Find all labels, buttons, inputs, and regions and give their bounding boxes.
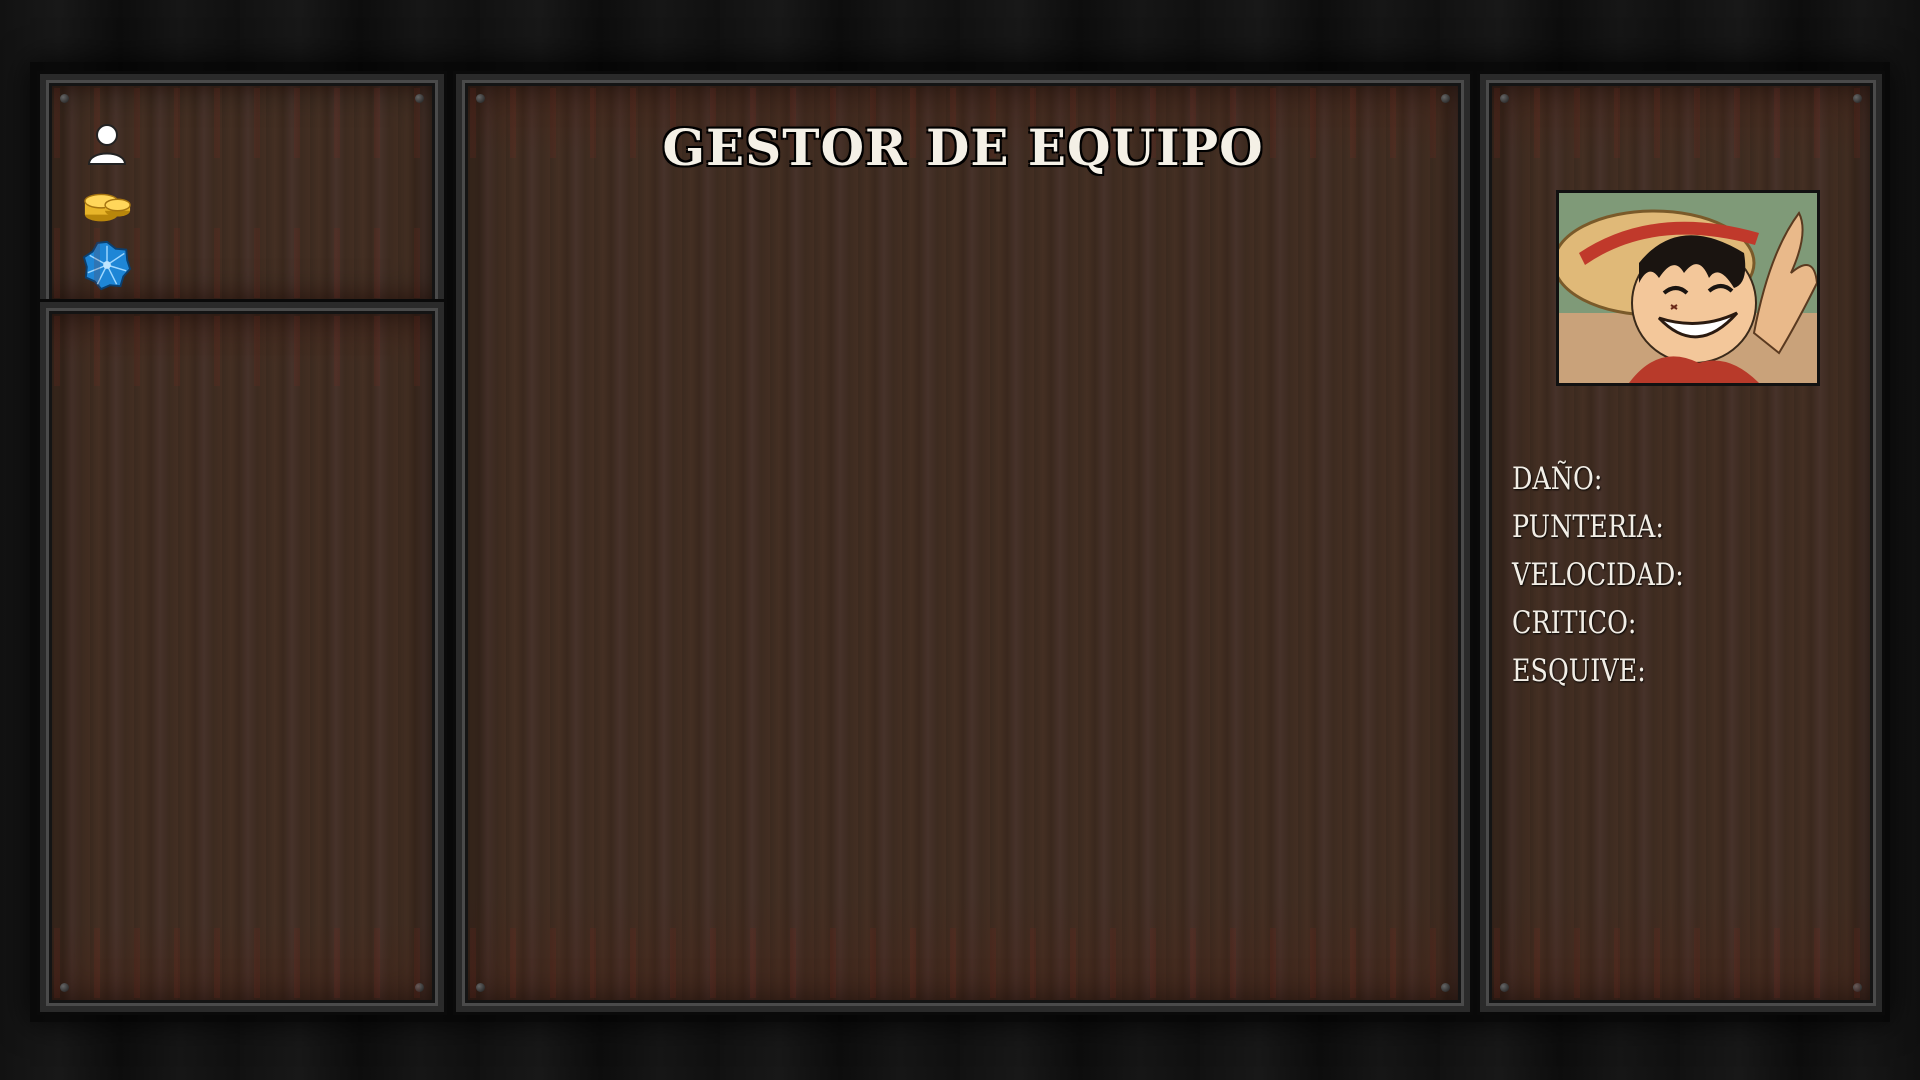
blue-gem-icon[interactable] bbox=[82, 240, 132, 291]
rivet bbox=[476, 983, 485, 992]
resources-panel bbox=[37, 71, 447, 315]
team-list-panel bbox=[37, 299, 447, 1015]
character-stats: DAÑO: PUNTERIA: VELOCIDAD: CRITICO: ESQU… bbox=[1512, 458, 1722, 692]
rivet bbox=[1853, 983, 1862, 992]
rivet bbox=[1441, 983, 1450, 992]
rivet bbox=[60, 94, 69, 103]
team-manager-panel: GESTOR DE EQUIPO bbox=[453, 71, 1473, 1015]
character-portrait[interactable] bbox=[1556, 190, 1820, 386]
stat-critical-label: CRITICO: bbox=[1512, 605, 1637, 641]
stat-dodge-label: ESQUIVE: bbox=[1512, 653, 1646, 689]
rivet bbox=[60, 983, 69, 992]
character-details-panel: DAÑO: PUNTERIA: VELOCIDAD: CRITICO: ESQU… bbox=[1477, 71, 1885, 1015]
rivet bbox=[1500, 983, 1509, 992]
stat-speed-label: VELOCIDAD: bbox=[1512, 557, 1684, 593]
rivet bbox=[1441, 94, 1450, 103]
page-title: GESTOR DE EQUIPO bbox=[662, 118, 1264, 177]
stat-aim-label: PUNTERIA: bbox=[1512, 509, 1664, 545]
rivet bbox=[1853, 94, 1862, 103]
rivet bbox=[476, 94, 485, 103]
rivet bbox=[1500, 94, 1509, 103]
stat-damage-label: DAÑO: bbox=[1512, 461, 1603, 497]
user-icon[interactable] bbox=[82, 120, 132, 170]
gold-coins-icon[interactable] bbox=[82, 180, 132, 230]
rivet bbox=[415, 983, 424, 992]
rivet bbox=[415, 94, 424, 103]
resource-list bbox=[82, 120, 132, 291]
